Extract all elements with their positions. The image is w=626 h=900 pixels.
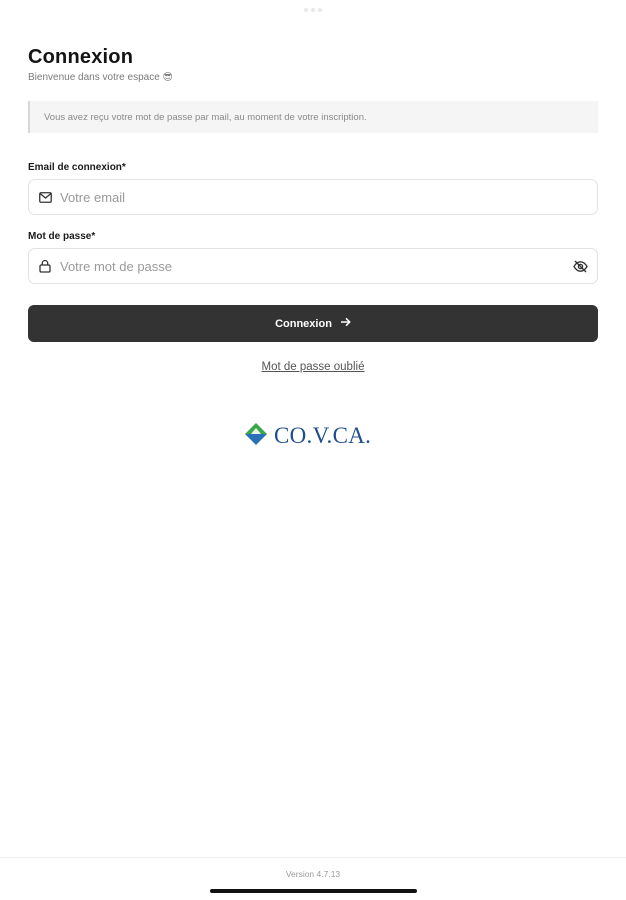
brand-logo-text: CO.V.CA. [274, 423, 372, 448]
page-subtitle: Bienvenue dans votre espace 😎 [28, 72, 173, 83]
diamond-logo-icon [244, 422, 268, 451]
login-button[interactable]: Connexion [28, 305, 598, 342]
login-button-label: Connexion [275, 317, 332, 330]
info-banner: Vous avez reçu votre mot de passe par ma… [28, 101, 598, 133]
login-screen: Connexion Bienvenue dans votre espace 😎 … [0, 0, 626, 900]
password-field-container[interactable] [28, 248, 598, 284]
brand-logo: CO.V.CA. [244, 420, 371, 452]
eye-off-icon[interactable] [572, 258, 588, 274]
footer-divider [0, 857, 626, 858]
page-title: Connexion [28, 46, 134, 68]
top-drag-handle[interactable] [303, 8, 323, 12]
info-banner-text: Vous avez reçu votre mot de passe par ma… [44, 111, 367, 123]
forgot-password-link[interactable]: Mot de passe oublié [262, 361, 365, 373]
app-version: Version 4.7.13 [285, 869, 341, 879]
password-input[interactable] [60, 258, 572, 274]
arrow-right-icon [340, 317, 351, 330]
email-field-container[interactable] [28, 179, 598, 215]
email-input[interactable] [60, 189, 597, 205]
email-label: Email de connexion* [28, 162, 126, 173]
mail-icon [38, 190, 52, 204]
lock-icon [38, 259, 52, 273]
forgot-password-wrapper: Mot de passe oublié [0, 361, 626, 373]
home-indicator[interactable] [210, 889, 417, 893]
password-label: Mot de passe* [28, 231, 96, 242]
